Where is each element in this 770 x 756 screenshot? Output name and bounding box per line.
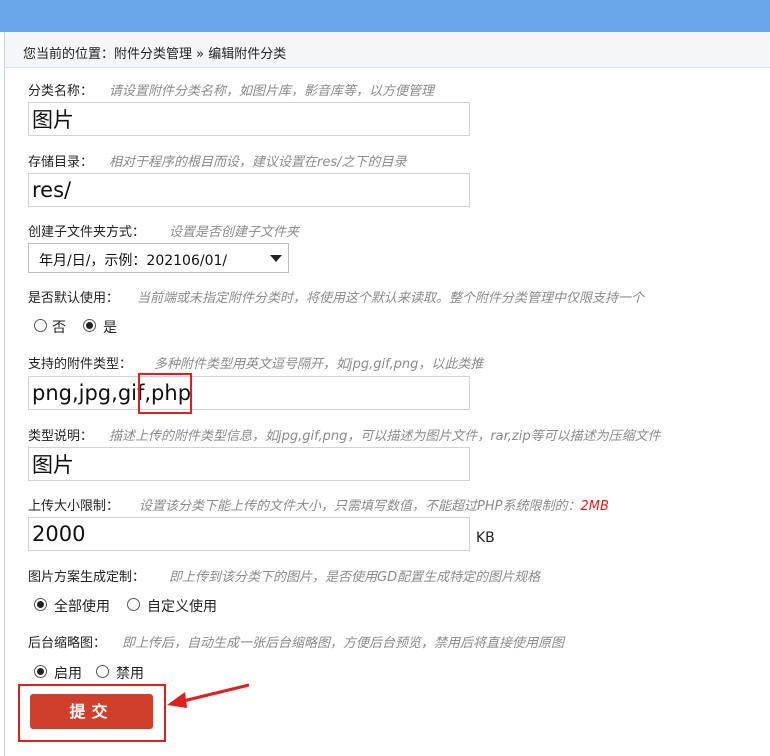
file-types-input[interactable] <box>28 376 470 410</box>
thumb-label: 后台缩略图： <box>28 636 107 651</box>
size-unit: KB <box>476 530 495 546</box>
chevron-down-icon <box>270 255 282 262</box>
radio-checked-icon <box>83 319 96 332</box>
default-hint: 当前端或未指定附件分类时，将使用这个默认来读取。整个附件分类管理中仅限支持一个 <box>137 291 645 306</box>
max-size-input[interactable] <box>28 517 470 551</box>
gd-radio-all[interactable]: 全部使用 <box>34 596 120 615</box>
category-name-input[interactable] <box>28 102 470 136</box>
annotation-arrow-icon <box>167 683 250 708</box>
subdir-hint: 设置是否创建子文件夹 <box>169 225 300 240</box>
default-label: 是否默认使用： <box>28 291 120 306</box>
dir-label: 存储目录： <box>28 155 94 170</box>
types-hint: 多种附件类型用英文逗号隔开，如jpg,gif,png，以此类推 <box>154 357 484 372</box>
subdir-label: 创建子文件夹方式： <box>28 225 146 240</box>
storage-dir-input[interactable] <box>28 173 470 207</box>
subdir-selected: 年月/日/，示例：202106/01/ <box>39 253 228 269</box>
types-label: 支持的附件类型： <box>28 357 133 372</box>
radio-label: 启用 <box>54 666 82 682</box>
radio-label: 自定义使用 <box>147 599 217 615</box>
radio-icon <box>127 598 140 611</box>
typedesc-label: 类型说明： <box>28 429 94 444</box>
gd-radio-custom[interactable]: 自定义使用 <box>127 596 227 615</box>
radio-label: 是 <box>103 320 117 336</box>
name-hint: 请设置附件分类名称，如图片库，影音库等，以方便管理 <box>109 84 435 99</box>
default-radio-no[interactable]: 否 <box>34 317 74 336</box>
subdir-select[interactable]: 年月/日/，示例：202106/01/ <box>28 243 289 273</box>
radio-label: 禁用 <box>116 666 144 682</box>
window-top-bar <box>0 0 770 32</box>
gd-hint: 即上传到该分类下的图片，是否使用GD配置生成特定的图片规格 <box>169 570 541 585</box>
thumb-radio-on[interactable]: 启用 <box>34 663 90 682</box>
thumb-hint: 即上传后，自动生成一张后台缩略图，方便后台预览，禁用后将直接使用原图 <box>122 636 565 651</box>
radio-label: 全部使用 <box>54 599 110 615</box>
gd-label: 图片方案生成定制： <box>28 570 146 585</box>
type-desc-input[interactable] <box>28 447 470 481</box>
radio-label: 否 <box>52 320 66 336</box>
radio-icon <box>34 319 47 332</box>
highlight-box <box>138 373 192 414</box>
thumb-radio-off[interactable]: 禁用 <box>96 663 152 682</box>
maxsize-hint: 设置该分类下能上传的文件大小，只需填写数值，不能超过PHP系统限制的：2MB <box>139 499 609 514</box>
default-radio-yes[interactable]: 是 <box>83 317 123 336</box>
radio-checked-icon <box>34 598 47 611</box>
submit-button[interactable]: 提交 <box>30 694 153 729</box>
breadcrumb-text: 您当前的位置：附件分类管理 » 编辑附件分类 <box>23 47 287 62</box>
dir-hint: 相对于程序的根目而设，建议设置在res/之下的目录 <box>109 155 407 170</box>
radio-checked-icon <box>34 665 47 678</box>
name-label: 分类名称： <box>28 84 94 99</box>
maxsize-label: 上传大小限制： <box>28 499 120 514</box>
maxsize-limit: 2MB <box>580 499 609 514</box>
typedesc-hint: 描述上传的附件类型信息，如jpg,gif,png，可以描述为图片文件，rar,z… <box>109 429 661 444</box>
radio-icon <box>96 665 109 678</box>
breadcrumb: 您当前的位置：附件分类管理 » 编辑附件分类 <box>5 32 770 68</box>
